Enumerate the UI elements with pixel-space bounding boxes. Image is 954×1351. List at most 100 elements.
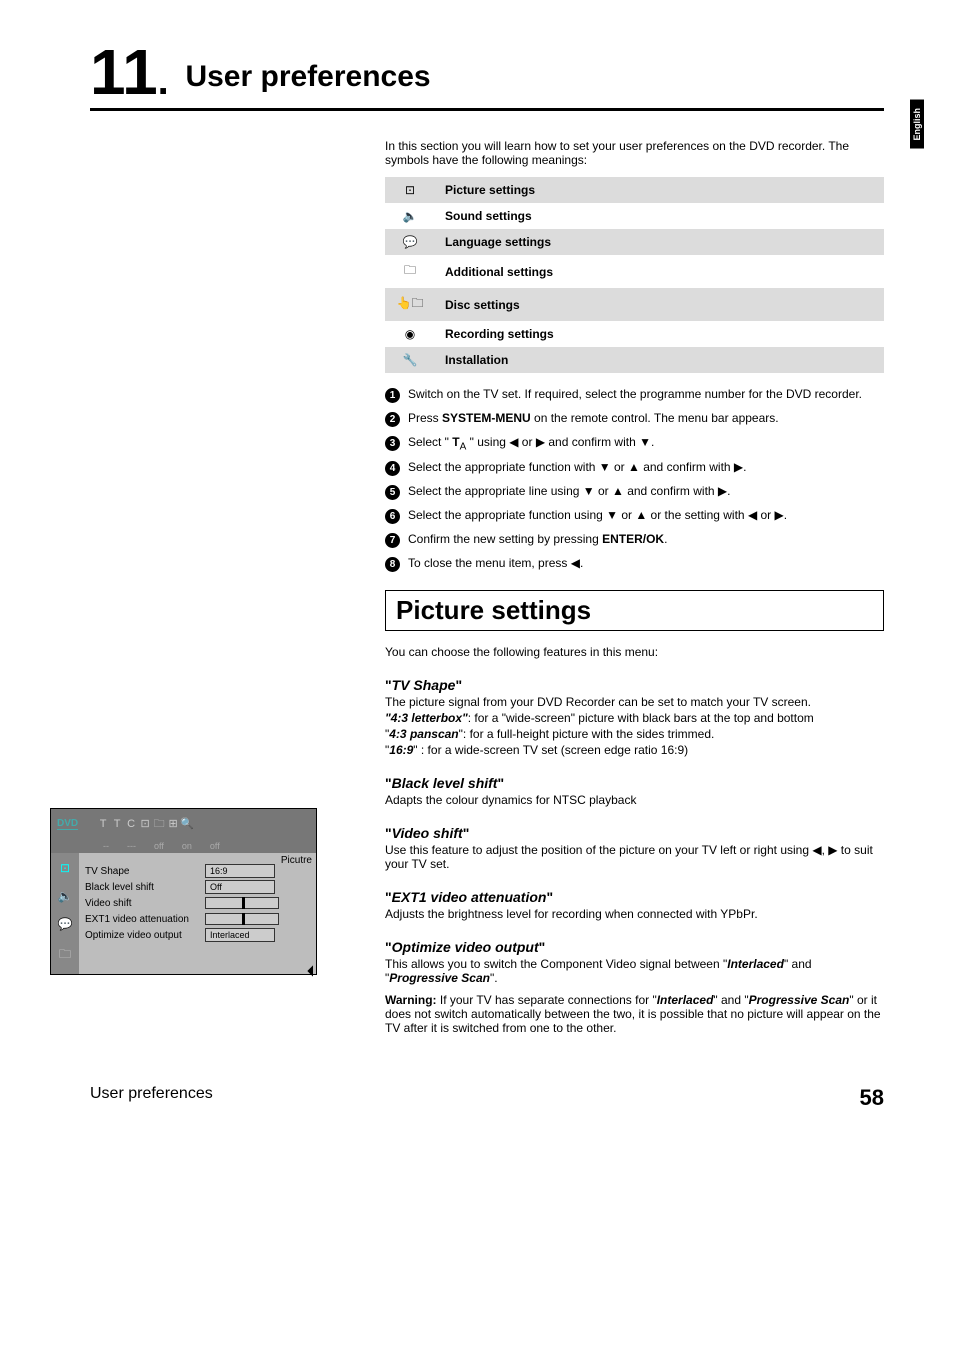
symbol-label: Sound settings (435, 203, 884, 229)
step-item: 6 Select the appropriate function using … (385, 508, 884, 524)
tv-shape-p1: The picture signal from your DVD Recorde… (385, 695, 884, 709)
osd-value: Off (205, 880, 275, 894)
osd-sidebar-icon: 🗀 (59, 945, 71, 966)
osd-top-icon: ⊞ (166, 817, 180, 830)
step-text: Select the appropriate function with ▼ o… (408, 460, 884, 474)
osd-row2-value: -- (103, 841, 109, 851)
step-bullet: 1 (385, 388, 400, 403)
osd-top-icon: T (96, 818, 110, 830)
symbol-label: Picture settings (435, 177, 884, 203)
step-text: Select the appropriate line using ▼ or ▲… (408, 484, 884, 498)
table-row: 🗀 Additional settings (385, 255, 884, 288)
symbols-table: ⊡ Picture settings🔈 Sound settings💬 Lang… (385, 177, 884, 373)
symbol-icon: 🔧 (385, 347, 435, 373)
osd-setting-label: Black level shift (85, 882, 205, 893)
osd-row2: -----offonoff (51, 839, 316, 853)
osd-setting-row: Black level shiftOff (85, 879, 310, 895)
osd-sidebar-icon: 💬 (58, 917, 73, 931)
video-shift-p: Use this feature to adjust the position … (385, 843, 884, 871)
step-item: 4 Select the appropriate function with ▼… (385, 460, 884, 476)
osd-top-icon: T (110, 818, 124, 830)
step-item: 5 Select the appropriate line using ▼ or… (385, 484, 884, 500)
language-tab: English (910, 100, 924, 149)
osd-sidebar: ⊡ 🔈 💬 🗀 (51, 853, 79, 974)
osd-setting-row: TV Shape16:9 (85, 863, 310, 879)
symbol-icon: 🗀 (385, 255, 435, 288)
step-item: 1 Switch on the TV set. If required, sel… (385, 387, 884, 403)
step-text: Press SYSTEM-MENU on the remote control.… (408, 411, 884, 425)
osd-value: 16:9 (205, 864, 275, 878)
steps-list: 1 Switch on the TV set. If required, sel… (385, 387, 884, 572)
intro-text: In this section you will learn how to se… (385, 139, 884, 167)
symbol-icon: 💬 (385, 229, 435, 255)
osd-row2-value: on (182, 841, 192, 851)
tv-shape-p4: "16:9" : for a wide-screen TV set (scree… (385, 743, 884, 757)
osd-setting-label: TV Shape (85, 866, 205, 877)
osd-sidebar-icon: ⊡ (60, 861, 70, 875)
step-item: 7 Confirm the new setting by pressing EN… (385, 532, 884, 548)
osd-row2-value: --- (127, 841, 136, 851)
osd-setting-row: EXT1 video attenuation (85, 911, 310, 927)
video-shift-head: "Video shift" (385, 825, 884, 841)
black-level-head: "Black level shift" (385, 775, 884, 791)
step-item: 3 Select " TA " using ◀ or ▶ and confirm… (385, 435, 884, 452)
step-bullet: 7 (385, 533, 400, 548)
table-row: 🔧 Installation (385, 347, 884, 373)
osd-dvd-label: DVD (57, 818, 78, 830)
chapter-dot: . (158, 59, 169, 103)
osd-topbar: DVD TTC⊡🗀⊞🔍 (51, 809, 316, 839)
osd-top-icon: ⊡ (138, 817, 152, 830)
opt-out-head: "Optimize video output" (385, 939, 884, 955)
opt-out-p1: This allows you to switch the Component … (385, 957, 884, 985)
osd-row2-value: off (210, 841, 220, 851)
osd-value: Interlaced (205, 928, 275, 942)
step-bullet: 4 (385, 461, 400, 476)
step-text: Switch on the TV set. If required, selec… (408, 387, 884, 401)
osd-corner-label: Picutre (281, 855, 312, 866)
section-title: Picture settings (385, 590, 884, 631)
symbol-label: Disc settings (435, 288, 884, 321)
chapter-heading: 11. User preferences (90, 40, 884, 111)
osd-setting-row: Video shift (85, 895, 310, 911)
symbol-label: Recording settings (435, 321, 884, 347)
symbol-icon: ⊡ (385, 177, 435, 203)
osd-setting-label: Video shift (85, 898, 205, 909)
step-text: To close the menu item, press ◀. (408, 556, 884, 570)
section-intro: You can choose the following features in… (385, 645, 884, 659)
osd-setting-label: EXT1 video attenuation (85, 914, 205, 925)
tv-shape-p2: "4:3 letterbox": for a "wide-screen" pic… (385, 711, 884, 725)
symbol-label: Language settings (435, 229, 884, 255)
step-bullet: 6 (385, 509, 400, 524)
osd-preview: DVD TTC⊡🗀⊞🔍 -----offonoff ⊡🔈💬🗀 ▶ Picutre… (50, 808, 317, 975)
footer-left: User preferences (90, 1085, 213, 1111)
table-row: 💬 Language settings (385, 229, 884, 255)
step-item: 2 Press SYSTEM-MENU on the remote contro… (385, 411, 884, 427)
osd-setting-label: Optimize video output (85, 930, 205, 941)
step-bullet: 8 (385, 557, 400, 572)
table-row: 👆🗀 Disc settings (385, 288, 884, 321)
step-item: 8 To close the menu item, press ◀. (385, 556, 884, 572)
table-row: 🔈 Sound settings (385, 203, 884, 229)
table-row: ⊡ Picture settings (385, 177, 884, 203)
tv-shape-p3: "4:3 panscan": for a full-height picture… (385, 727, 884, 741)
step-bullet: 2 (385, 412, 400, 427)
symbol-icon: ◉ (385, 321, 435, 347)
step-text: Select the appropriate function using ▼ … (408, 508, 884, 522)
ext1-p: Adjusts the brightness level for recordi… (385, 907, 884, 921)
opt-out-p2: Warning: If your TV has separate connect… (385, 993, 884, 1035)
tv-shape-head: "TV Shape" (385, 677, 884, 693)
osd-setting-row: Optimize video outputInterlaced (85, 927, 310, 943)
page-number: 58 (860, 1085, 884, 1111)
table-row: ◉ Recording settings (385, 321, 884, 347)
step-text: Select " TA " using ◀ or ▶ and confirm w… (408, 435, 884, 452)
symbol-label: Additional settings (435, 255, 884, 288)
chapter-number: 11 (90, 36, 158, 108)
osd-sidebar-icon: 🔈 (58, 889, 73, 903)
osd-top-icon: C (124, 818, 138, 830)
step-bullet: 3 (385, 436, 400, 451)
chapter-title: User preferences (185, 60, 430, 93)
osd-top-icon: 🔍 (180, 817, 194, 830)
step-bullet: 5 (385, 485, 400, 500)
osd-row2-value: off (154, 841, 164, 851)
symbol-label: Installation (435, 347, 884, 373)
